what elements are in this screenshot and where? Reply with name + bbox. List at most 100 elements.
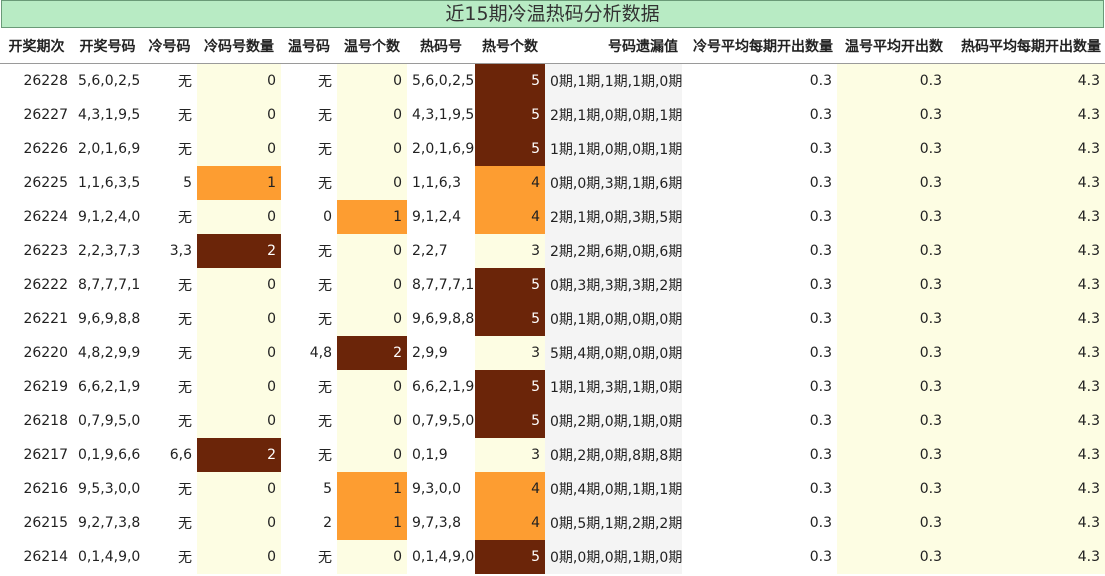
cell-warm-avg: 0.3 bbox=[837, 506, 947, 540]
cell-hot-count: 4 bbox=[475, 506, 545, 540]
cell-warm-avg: 0.3 bbox=[837, 540, 947, 574]
cell-missing: 2期,1期,0期,0期,1期 bbox=[545, 98, 682, 132]
cell-warm-avg: 0.3 bbox=[837, 404, 947, 438]
cell-numbers: 2,0,1,6,9 bbox=[78, 141, 141, 157]
header-warm-avg: 温号平均开出数 bbox=[837, 28, 947, 64]
cell-cold: 无 bbox=[178, 74, 192, 90]
cell-missing: 0期,2期,0期,8期,8期 bbox=[545, 438, 682, 472]
cell-numbers: 9,2,7,3,8 bbox=[78, 515, 141, 531]
cell-hot: 0,7,9,5,0 bbox=[412, 413, 475, 429]
cell-cold-avg: 0.3 bbox=[809, 209, 832, 225]
cell-warm: 无 bbox=[318, 380, 332, 396]
cell-hot: 0,1,9 bbox=[412, 447, 448, 463]
cell-issue: 26218 bbox=[23, 413, 68, 429]
cell-hot-avg: 4.3 bbox=[947, 404, 1105, 438]
table-row: 26214 0,1,4,9,0 无 0 无 0 0,1,4,9,0 5 0期,0期,0期,1期,… bbox=[0, 540, 1105, 574]
cell-cold: 无 bbox=[178, 516, 192, 532]
cell-cold-avg: 0.3 bbox=[809, 481, 832, 497]
cell-warm-avg: 0.3 bbox=[837, 63, 947, 98]
cell-numbers: 0,7,9,5,0 bbox=[78, 413, 141, 429]
cell-cold-avg: 0.3 bbox=[809, 243, 832, 259]
cell-numbers: 5,6,0,2,5 bbox=[78, 73, 141, 89]
cell-warm-count: 0 bbox=[337, 540, 407, 574]
cell-numbers: 6,6,2,1,9 bbox=[78, 379, 141, 395]
cell-issue: 26216 bbox=[23, 481, 68, 497]
cell-issue: 26217 bbox=[23, 447, 68, 463]
cell-numbers: 0,1,4,9,0 bbox=[78, 549, 141, 565]
cell-missing: 0期,5期,1期,2期,2期 bbox=[545, 506, 682, 540]
cell-cold: 无 bbox=[178, 346, 192, 362]
cell-hot-avg: 4.3 bbox=[947, 540, 1105, 574]
table-row: 26220 4,8,2,9,9 无 0 4,8 2 2,9,9 3 5期,4期,0期,0期,0期… bbox=[0, 336, 1105, 370]
cell-cold: 无 bbox=[178, 482, 192, 498]
cell-missing: 5期,4期,0期,0期,0期 bbox=[545, 336, 682, 370]
cell-hot: 6,6,2,1,9 bbox=[412, 379, 475, 395]
cell-cold-count: 1 bbox=[197, 166, 281, 200]
cell-hot: 5,6,0,2,5 bbox=[412, 73, 475, 89]
cell-cold-avg: 0.3 bbox=[809, 141, 832, 157]
cell-warm-count: 2 bbox=[337, 336, 407, 370]
page-title: 近15期冷温热码分析数据 bbox=[1, 0, 1104, 28]
table-row: 26226 2,0,1,6,9 无 0 无 0 2,0,1,6,9 5 1期,1期,0期,0期,… bbox=[0, 132, 1105, 166]
cell-warm: 2 bbox=[323, 515, 332, 531]
cell-missing: 1期,1期,0期,0期,1期 bbox=[545, 132, 682, 166]
cell-warm-avg: 0.3 bbox=[837, 132, 947, 166]
cell-warm-count: 0 bbox=[337, 132, 407, 166]
cell-warm: 5 bbox=[323, 481, 332, 497]
cell-hot-avg: 4.3 bbox=[947, 98, 1105, 132]
cell-warm-avg: 0.3 bbox=[837, 336, 947, 370]
cell-hot-avg: 4.3 bbox=[947, 438, 1105, 472]
header-hot-count: 热号个数 bbox=[475, 28, 545, 64]
cell-numbers: 4,3,1,9,5 bbox=[78, 107, 141, 123]
cell-warm: 无 bbox=[318, 414, 332, 430]
cell-hot-avg: 4.3 bbox=[947, 336, 1105, 370]
header-missing: 号码遗漏值 bbox=[545, 28, 682, 64]
cell-missing: 0期,2期,0期,1期,0期 bbox=[545, 404, 682, 438]
cell-cold-avg: 0.3 bbox=[809, 447, 832, 463]
cell-missing: 0期,0期,0期,1期,0期 bbox=[545, 540, 682, 574]
cell-issue: 26225 bbox=[23, 175, 68, 191]
cell-hot-avg: 4.3 bbox=[947, 472, 1105, 506]
cell-warm: 无 bbox=[318, 244, 332, 260]
cell-warm-avg: 0.3 bbox=[837, 302, 947, 336]
cell-cold-count: 0 bbox=[197, 370, 281, 404]
cell-warm: 4,8 bbox=[309, 345, 332, 361]
cell-cold-avg: 0.3 bbox=[809, 73, 832, 89]
cell-cold-count: 2 bbox=[197, 438, 281, 472]
cell-missing: 1期,1期,3期,1期,0期 bbox=[545, 370, 682, 404]
table-row: 26222 8,7,7,7,1 无 0 无 0 8,7,7,7,1 5 0期,3期,3期,3期,… bbox=[0, 268, 1105, 302]
cell-hot-count: 4 bbox=[475, 200, 545, 234]
cell-warm-avg: 0.3 bbox=[837, 370, 947, 404]
cell-cold-count: 0 bbox=[197, 268, 281, 302]
cell-cold-avg: 0.3 bbox=[809, 515, 832, 531]
cell-hot-count: 5 bbox=[475, 132, 545, 166]
cell-cold-avg: 0.3 bbox=[809, 277, 832, 293]
cell-hot-avg: 4.3 bbox=[947, 268, 1105, 302]
cell-hot-avg: 4.3 bbox=[947, 302, 1105, 336]
cell-hot: 1,1,6,3 bbox=[412, 175, 461, 191]
cell-warm-avg: 0.3 bbox=[837, 98, 947, 132]
cell-cold-avg: 0.3 bbox=[809, 345, 832, 361]
cell-missing: 0期,1期,1期,1期,0期 bbox=[545, 63, 682, 98]
header-warm: 温号码 bbox=[281, 28, 337, 64]
cell-warm-count: 0 bbox=[337, 302, 407, 336]
cell-issue: 26214 bbox=[23, 549, 68, 565]
cell-cold-count: 0 bbox=[197, 506, 281, 540]
table-row: 26223 2,2,3,7,3 3,3 2 无 0 2,2,7 3 2期,2期,6期,0期,6期… bbox=[0, 234, 1105, 268]
cell-warm-count: 1 bbox=[337, 472, 407, 506]
cell-warm-count: 0 bbox=[337, 98, 407, 132]
cell-warm: 无 bbox=[318, 142, 332, 158]
table-row: 26216 9,5,3,0,0 无 0 5 1 9,3,0,0 4 0期,4期,0期,1期,1期… bbox=[0, 472, 1105, 506]
cell-hot: 2,9,9 bbox=[412, 345, 448, 361]
cell-cold-avg: 0.3 bbox=[809, 413, 832, 429]
cell-cold-avg: 0.3 bbox=[809, 379, 832, 395]
cell-numbers: 4,8,2,9,9 bbox=[78, 345, 141, 361]
cell-hot-count: 3 bbox=[475, 336, 545, 370]
cell-hot-avg: 4.3 bbox=[947, 370, 1105, 404]
cell-hot: 9,7,3,8 bbox=[412, 515, 461, 531]
cell-hot-count: 5 bbox=[475, 404, 545, 438]
cell-cold: 无 bbox=[178, 142, 192, 158]
cell-cold-count: 0 bbox=[197, 63, 281, 98]
header-cold: 冷号码 bbox=[142, 28, 197, 64]
cell-cold-count: 0 bbox=[197, 472, 281, 506]
